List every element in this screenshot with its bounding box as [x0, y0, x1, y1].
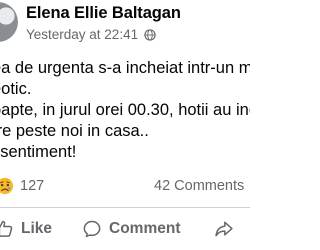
sad-reaction-icon	[0, 177, 14, 195]
share-icon	[215, 221, 233, 237]
like-label: Like	[21, 220, 53, 237]
post-text-line: tre peste noi in casa..	[0, 122, 149, 140]
post-text-line: oapte, in jurul orei 00.30, hotii au inc…	[0, 101, 250, 119]
comment-button[interactable]: Comment	[82, 216, 180, 242]
thumbs-up-icon	[0, 220, 13, 237]
reactions-summary[interactable]: 127	[0, 176, 44, 196]
post-text-line: eotic.	[0, 80, 32, 98]
divider	[0, 207, 250, 208]
post-stats: 42 Comments · 1	[154, 178, 250, 194]
comment-icon	[83, 220, 101, 238]
post-meta: Yesterday at 22:41	[26, 27, 156, 42]
facebook-post: Elena Ellie Baltagan Yesterday at 22:41 …	[0, 0, 250, 250]
post-text: ea de urgenta s-a incheiat intr-un mod e…	[0, 58, 250, 163]
reaction-count: 127	[20, 178, 45, 194]
comments-count[interactable]: 42 Comments	[154, 178, 244, 194]
like-button[interactable]: Like	[0, 216, 52, 242]
globe-icon	[144, 28, 156, 41]
post-text-line: l sentiment!	[0, 143, 77, 161]
stats-separator: ·	[248, 178, 250, 194]
post-timestamp[interactable]: Yesterday at 22:41	[26, 27, 138, 42]
share-button[interactable]	[214, 216, 241, 242]
post-text-line: ea de urgenta s-a incheiat intr-un mod	[0, 59, 250, 77]
author-name[interactable]: Elena Ellie Baltagan	[26, 4, 181, 23]
avatar[interactable]	[0, 2, 18, 42]
avatar-image	[0, 2, 18, 42]
comment-label: Comment	[109, 220, 181, 237]
